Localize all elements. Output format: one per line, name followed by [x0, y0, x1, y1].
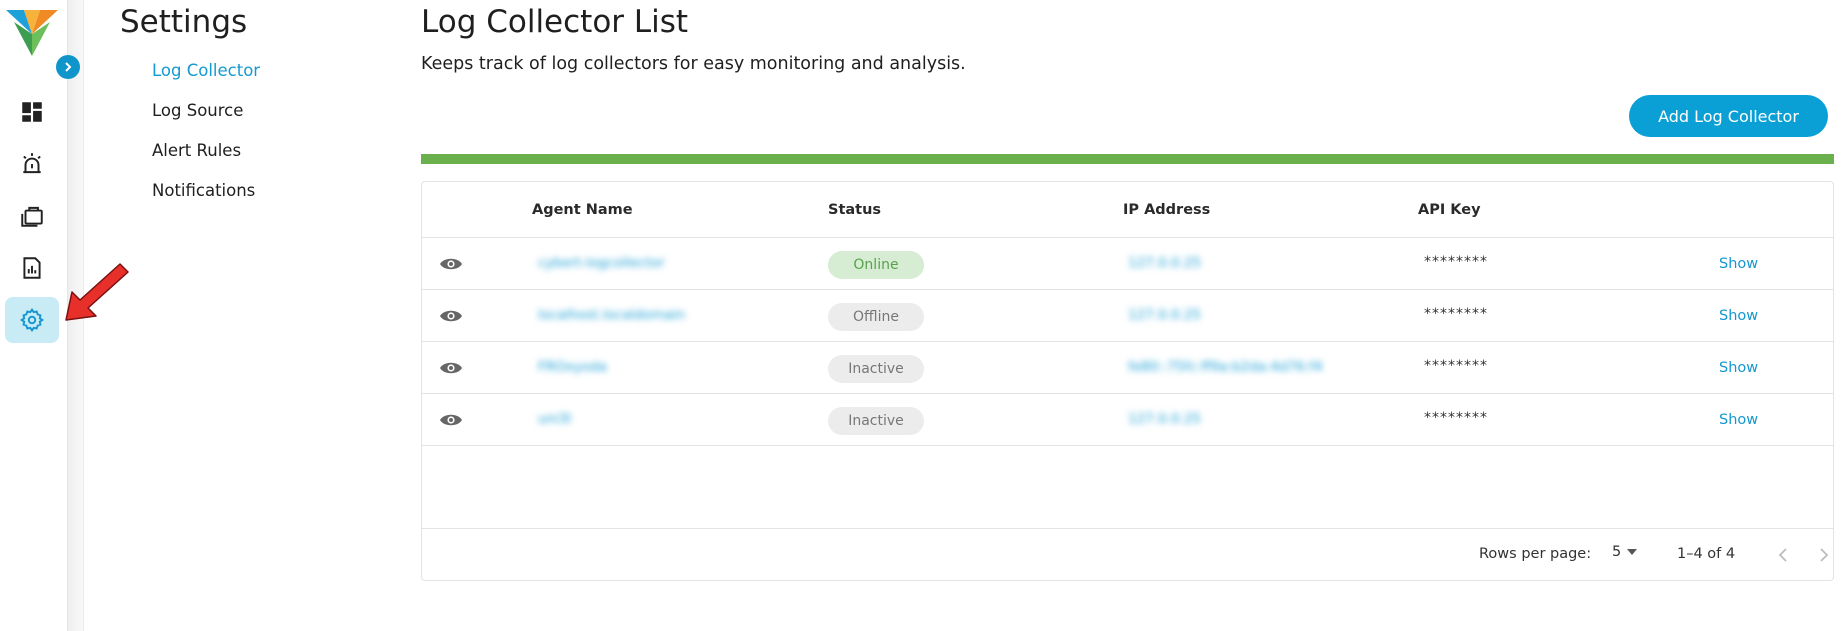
chevron-right-icon [65, 62, 72, 72]
ip-address: 127.0.0.25 [1128, 411, 1201, 427]
rail-reports[interactable] [5, 245, 59, 291]
log-collector-table: Agent Name Status IP Address API Key cyb… [421, 181, 1834, 581]
show-api-key-link[interactable]: Show [1719, 360, 1758, 376]
agent-name-link[interactable]: uni3l [538, 411, 571, 427]
view-eye-icon[interactable] [439, 306, 463, 326]
subnav-notifications[interactable]: Notifications [152, 180, 260, 220]
ip-address: fe80::75fc:ff9a:b2da:4d76:f4 [1128, 359, 1323, 375]
subnav-log-source[interactable]: Log Source [152, 100, 260, 140]
dashboard-icon [22, 102, 42, 122]
rail-alerts[interactable] [5, 141, 59, 187]
agent-name-link[interactable]: cybert-logcollector [538, 255, 665, 271]
table-row: uni3l Inactive 127.0.0.25 ******** Show [422, 394, 1833, 446]
api-key-masked: ******** [1424, 306, 1488, 322]
status-badge: Offline [828, 303, 924, 331]
rail-cases[interactable] [5, 193, 59, 239]
header-api-key[interactable]: API Key [1418, 202, 1481, 218]
status-badge: Inactive [828, 355, 924, 383]
add-log-collector-button[interactable]: Add Log Collector [1629, 95, 1828, 137]
api-key-masked: ******** [1424, 410, 1488, 426]
annotation-arrow-icon [65, 263, 129, 321]
agent-name-link[interactable]: FROxyoda [538, 359, 607, 375]
brand-logo [6, 10, 58, 56]
rows-per-page-select[interactable]: 5 [1612, 544, 1638, 560]
table-row: cybert-logcollector Online 127.0.0.25 **… [422, 238, 1833, 290]
table-header: Agent Name Status IP Address API Key [422, 182, 1833, 238]
status-badge: Online [828, 251, 924, 279]
settings-subnav: Log Collector Log Source Alert Rules Not… [152, 60, 260, 220]
pagination-range: 1–4 of 4 [1677, 546, 1736, 562]
caret-down-icon [1627, 549, 1638, 555]
app-root: Settings Log Collector Log Source Alert … [0, 0, 1847, 631]
rows-per-page-label: Rows per page: [1479, 546, 1592, 562]
agent-name-link[interactable]: localhost.localdomain [538, 307, 685, 323]
show-api-key-link[interactable]: Show [1719, 256, 1758, 272]
rows-per-page-value: 5 [1612, 544, 1622, 560]
prev-page-button[interactable] [1770, 542, 1796, 568]
subnav-alert-rules[interactable]: Alert Rules [152, 140, 260, 180]
report-icon [23, 257, 41, 279]
expand-sidebar-button[interactable] [56, 55, 80, 79]
header-ip-address[interactable]: IP Address [1123, 202, 1210, 218]
gear-icon [20, 308, 44, 332]
rail-settings[interactable] [5, 297, 59, 343]
view-eye-icon[interactable] [439, 254, 463, 274]
header-status[interactable]: Status [828, 202, 881, 218]
table-pagination: Rows per page: 5 1–4 of 4 [422, 528, 1833, 580]
briefcase-icon [21, 206, 43, 227]
settings-title: Settings [120, 4, 248, 40]
chevron-left-icon [1778, 548, 1787, 562]
chevron-right-icon [1820, 548, 1829, 562]
page-title: Log Collector List [421, 4, 689, 40]
show-api-key-link[interactable]: Show [1719, 308, 1758, 324]
view-eye-icon[interactable] [439, 358, 463, 378]
alarm-icon [23, 153, 41, 174]
table-row: localhost.localdomain Offline 127.0.0.25… [422, 290, 1833, 342]
show-api-key-link[interactable]: Show [1719, 412, 1758, 428]
ip-address: 127.0.0.25 [1128, 307, 1201, 323]
status-badge: Inactive [828, 407, 924, 435]
api-key-masked: ******** [1424, 254, 1488, 270]
header-agent-name[interactable]: Agent Name [532, 202, 633, 218]
view-eye-icon[interactable] [439, 410, 463, 430]
api-key-masked: ******** [1424, 358, 1488, 374]
loading-progress-bar [421, 154, 1834, 164]
subnav-log-collector[interactable]: Log Collector [152, 60, 260, 100]
next-page-button[interactable] [1811, 542, 1837, 568]
progress-fill [421, 154, 1834, 164]
rail-dashboard[interactable] [5, 89, 59, 135]
ip-address: 127.0.0.25 [1128, 255, 1201, 271]
icon-rail [0, 0, 68, 631]
page-subtitle: Keeps track of log collectors for easy m… [421, 54, 966, 74]
table-row: FROxyoda Inactive fe80::75fc:ff9a:b2da:4… [422, 342, 1833, 394]
